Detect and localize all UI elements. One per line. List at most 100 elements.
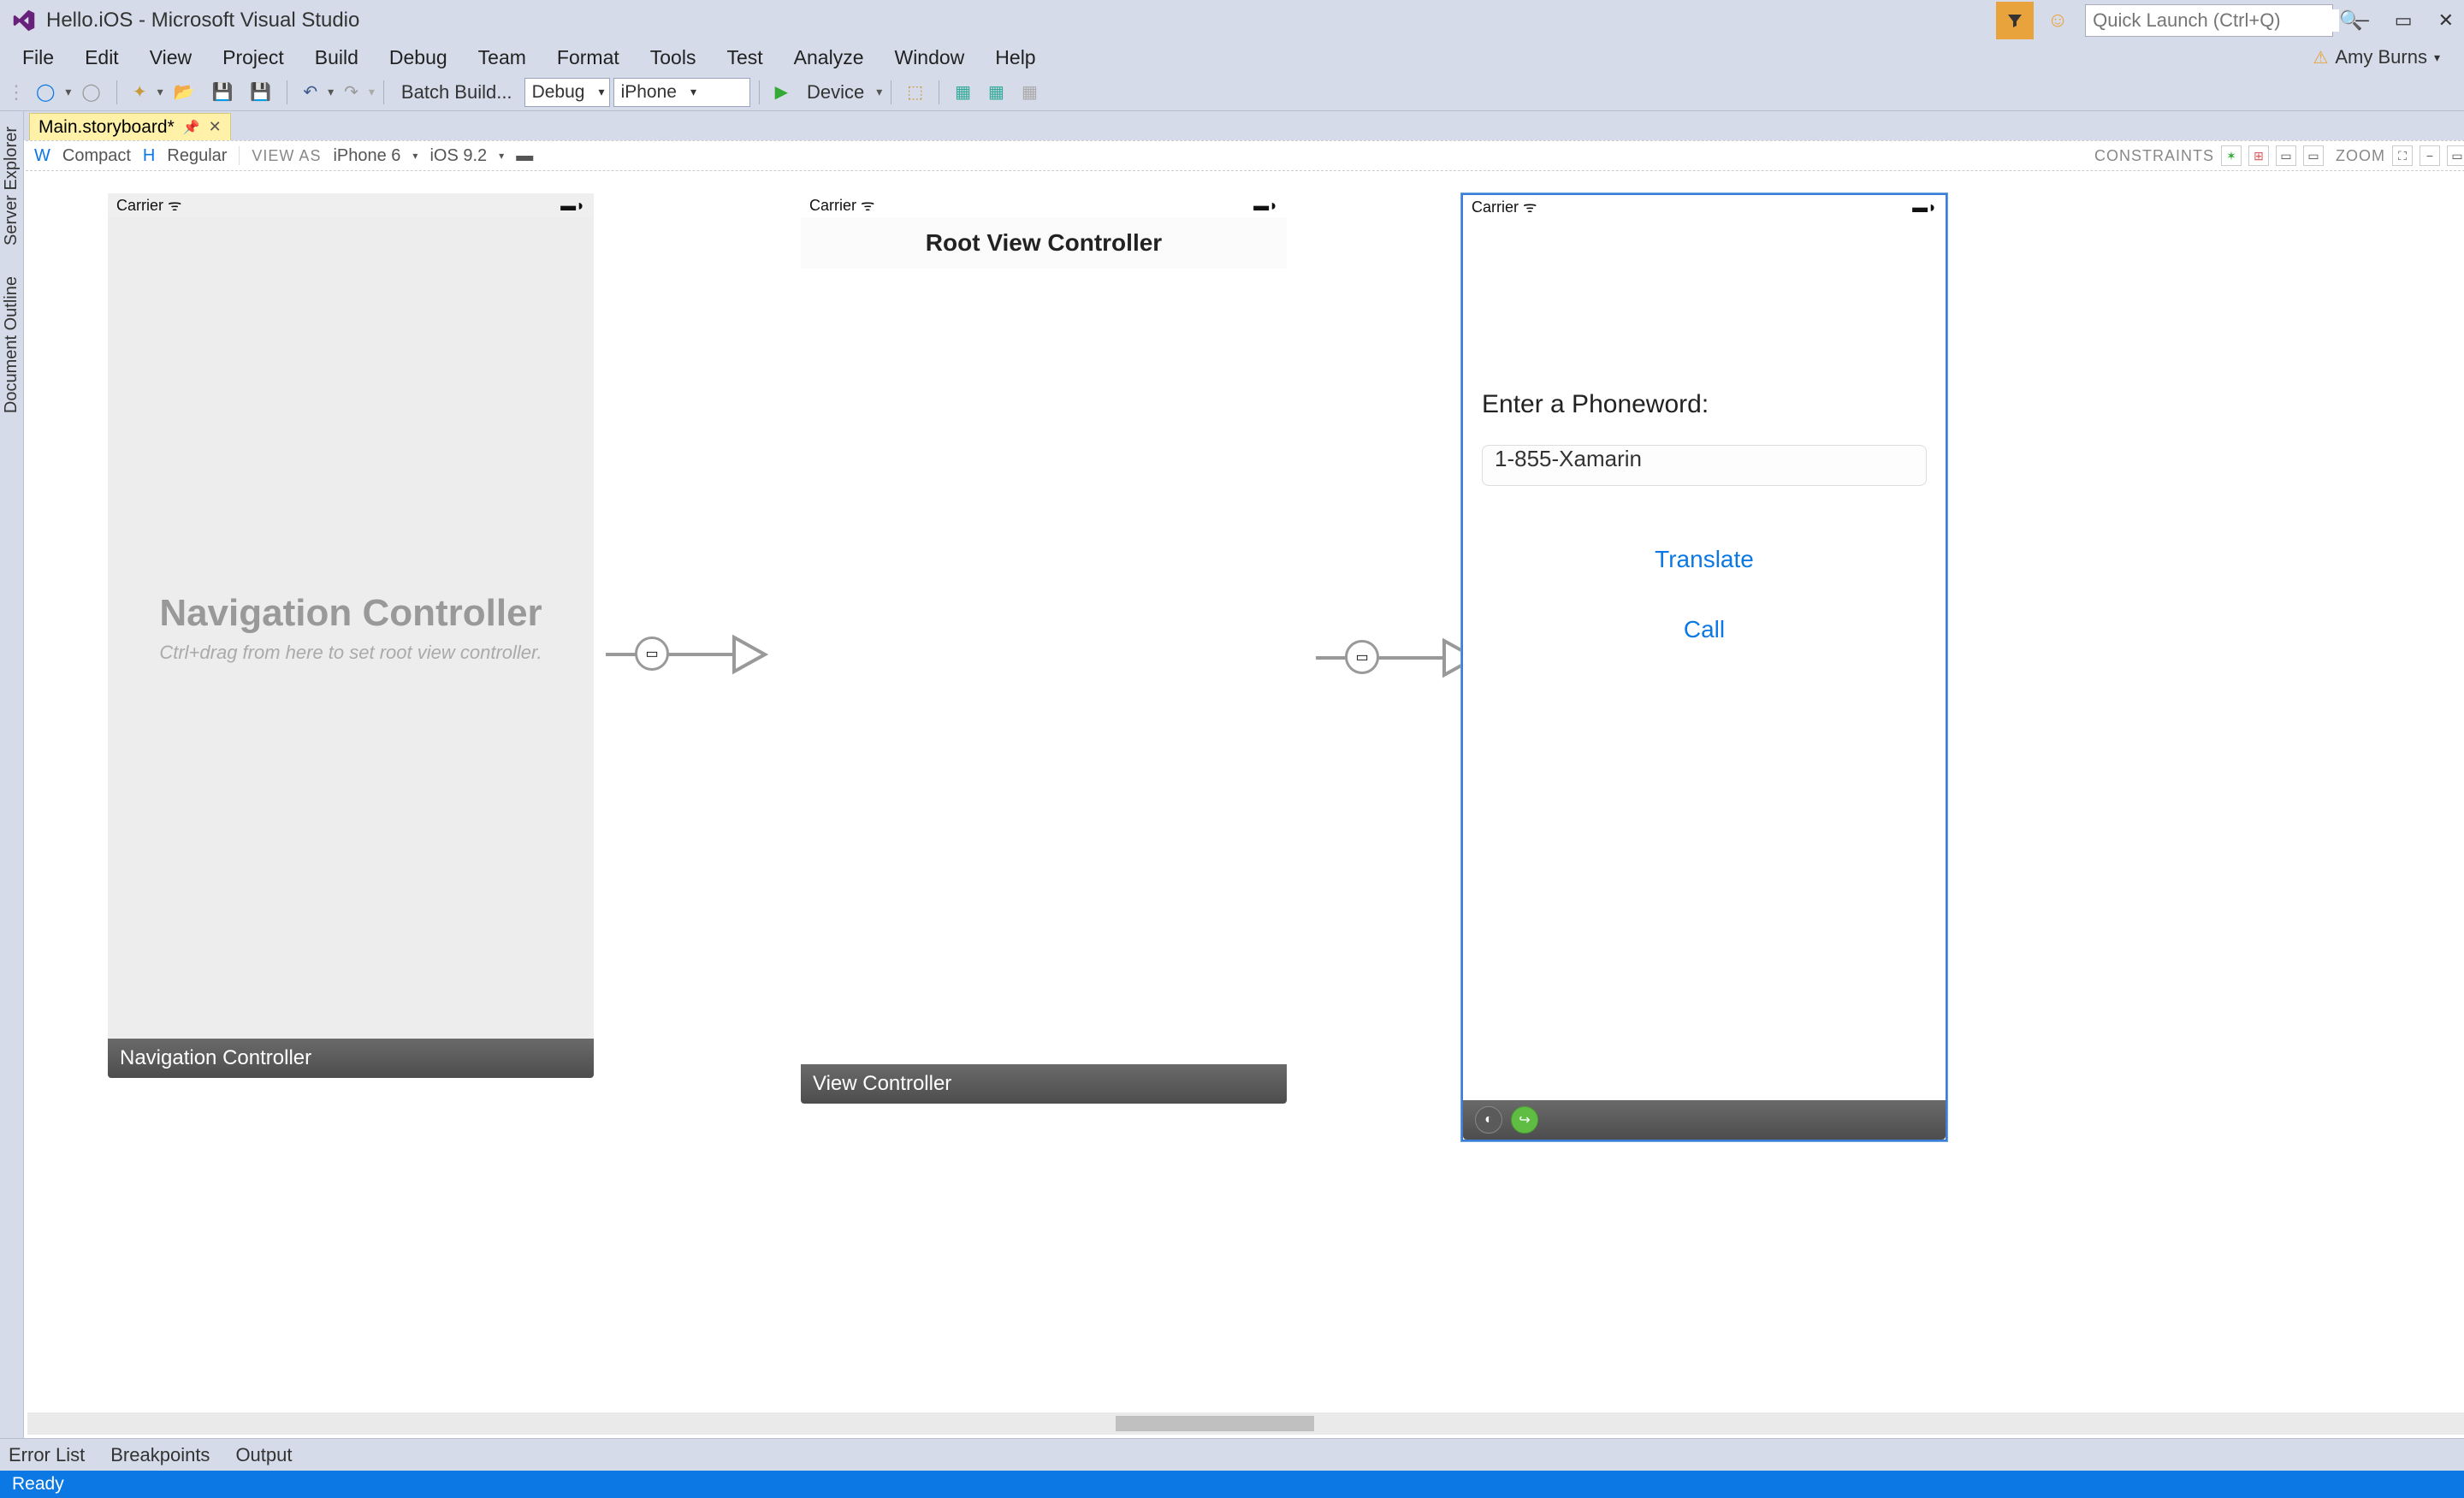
menu-edit[interactable]: Edit xyxy=(69,41,134,74)
save-icon[interactable]: 💾 xyxy=(205,78,240,106)
maximize-icon[interactable]: ▭ xyxy=(2395,9,2413,32)
redo-icon[interactable]: ↷ xyxy=(337,78,365,106)
toolbar-icon-3[interactable]: ▦ xyxy=(981,78,1011,106)
constraint-icon-4[interactable]: ▭ xyxy=(2303,145,2324,166)
pin-icon[interactable]: 📌 xyxy=(183,119,200,136)
scene-footer[interactable]: ◐ ↪ xyxy=(1463,1100,1946,1140)
scene-footer-label: View Controller xyxy=(813,1072,951,1096)
menu-window[interactable]: Window xyxy=(879,41,980,74)
platform-dropdown[interactable]: iPhone xyxy=(613,78,750,107)
document-tabs: Main.storyboard* 📌 ✕ ▾ xyxy=(24,111,2464,140)
vs-logo-icon xyxy=(10,7,38,34)
quick-launch-box[interactable]: 🔍 xyxy=(2085,4,2333,37)
size-class-h-value[interactable]: Regular xyxy=(167,146,227,166)
constraint-icon-2[interactable]: ⊞ xyxy=(2248,145,2269,166)
scene-exit-icon[interactable]: ↪ xyxy=(1511,1106,1538,1134)
root-view-body[interactable] xyxy=(801,269,1287,1064)
status-bar: Ready xyxy=(0,1471,2464,1498)
constraint-icon-1[interactable]: ✶ xyxy=(2221,145,2242,166)
menu-debug[interactable]: Debug xyxy=(374,41,463,74)
device-button[interactable]: Device xyxy=(798,78,873,107)
quick-launch-input[interactable] xyxy=(2093,9,2339,32)
menu-analyze[interactable]: Analyze xyxy=(779,41,880,74)
view-as-device[interactable]: iPhone 6 xyxy=(333,146,400,166)
menu-test[interactable]: Test xyxy=(711,41,778,74)
nav-fwd-icon[interactable]: ◯ xyxy=(74,78,107,106)
toolbar-icon-2[interactable]: ▦ xyxy=(948,78,978,106)
zoom-group: ZOOM ⛶ − ▭ + xyxy=(2336,145,2464,166)
editor-zone: Main.storyboard* 📌 ✕ ▾ WCompact HRegular… xyxy=(24,111,2464,1438)
server-explorer-tab[interactable]: Server Explorer xyxy=(0,120,23,252)
scene-root-view-controller[interactable]: Carrier ᯤ ▬◗ Root View Controller View C… xyxy=(801,193,1287,1104)
close-tab-icon[interactable]: ✕ xyxy=(209,118,222,136)
wifi-icon: ᯤ xyxy=(1523,198,1537,216)
feedback-smile-icon[interactable]: ☺ xyxy=(2039,2,2076,39)
nav-controller-body: Navigation Controller Ctrl+drag from her… xyxy=(108,217,594,1039)
scene-footer[interactable]: Navigation Controller xyxy=(108,1039,594,1078)
constraint-icon-3[interactable]: ▭ xyxy=(2276,145,2296,166)
orientation-icon[interactable]: ▬ xyxy=(516,146,533,166)
doc-tab-label: Main.storyboard* xyxy=(38,117,175,138)
segue-icon: ▭ xyxy=(635,637,669,671)
constraints-group: CONSTRAINTS ✶ ⊞ ▭ ▭ xyxy=(2094,145,2324,166)
zoom-fit-icon[interactable]: ⛶ xyxy=(2392,145,2413,166)
config-dropdown[interactable]: Debug xyxy=(524,78,610,107)
carrier-label: Carrier xyxy=(809,197,856,214)
wifi-icon: ᯤ xyxy=(168,197,181,214)
scene-phoneword-view-controller[interactable]: Carrier ᯤ ▬◗ Enter a Phoneword: 1-855-Xa… xyxy=(1461,193,1947,1141)
document-outline-tab[interactable]: Document Outline xyxy=(0,269,23,420)
menu-view[interactable]: View xyxy=(134,41,207,74)
new-item-icon[interactable]: ✦ xyxy=(126,78,154,106)
view-as-os[interactable]: iOS 9.2 xyxy=(429,146,487,166)
menu-help[interactable]: Help xyxy=(980,41,1051,74)
zoom-out-icon[interactable]: − xyxy=(2420,145,2440,166)
size-class-w-value[interactable]: Compact xyxy=(62,146,131,166)
call-button[interactable]: Call xyxy=(1482,616,1927,643)
tab-breakpoints[interactable]: Breakpoints xyxy=(110,1444,210,1466)
start-debug-button[interactable]: ▶ xyxy=(768,78,795,106)
zoom-100-icon[interactable]: ▭ xyxy=(2447,145,2464,166)
menu-file[interactable]: File xyxy=(7,41,69,74)
nav-bar-title[interactable]: Root View Controller xyxy=(801,217,1287,269)
save-all-icon[interactable]: 💾 xyxy=(243,78,278,106)
title-bar: Hello.iOS - Microsoft Visual Studio ☺ 🔍 … xyxy=(0,0,2464,41)
undo-icon[interactable]: ↶ xyxy=(296,78,324,106)
status-bar: Carrier ᯤ ▬◗ xyxy=(801,193,1287,217)
design-canvas[interactable]: Carrier ᯤ ▬◗ Navigation Controller Ctrl+… xyxy=(24,171,2464,1438)
battery-icon: ▬◗ xyxy=(1912,198,1937,216)
translate-button[interactable]: Translate xyxy=(1482,546,1927,573)
scene-footer-label: Navigation Controller xyxy=(120,1046,311,1070)
phone-body[interactable]: Enter a Phoneword: 1-855-Xamarin Transla… xyxy=(1463,219,1946,1100)
toolbar-icon-4[interactable]: ▦ xyxy=(1015,78,1045,106)
user-area[interactable]: ⚠ Amy Burns ▾ xyxy=(2313,46,2457,68)
horizontal-scrollbar[interactable] xyxy=(27,1412,2464,1435)
menu-project[interactable]: Project xyxy=(207,41,299,74)
nav-controller-subtitle: Ctrl+drag from here to set root view con… xyxy=(159,642,542,664)
toolbar-icon-1[interactable]: ⬚ xyxy=(900,78,930,106)
segue-push[interactable]: ▭ xyxy=(1316,637,1478,679)
close-icon[interactable]: ✕ xyxy=(2438,9,2454,32)
tab-output[interactable]: Output xyxy=(235,1444,292,1466)
document-tab-active[interactable]: Main.storyboard* 📌 ✕ xyxy=(29,113,231,140)
tab-error-list[interactable]: Error List xyxy=(9,1444,85,1466)
minimize-icon[interactable]: ─ xyxy=(2355,9,2369,32)
menu-build[interactable]: Build xyxy=(299,41,374,74)
nav-controller-title: Navigation Controller xyxy=(159,592,542,635)
feedback-filter-icon[interactable] xyxy=(1996,2,2034,39)
scene-responder-icon[interactable]: ◐ xyxy=(1475,1106,1502,1134)
battery-icon: ▬◗ xyxy=(560,197,585,215)
menu-tools[interactable]: Tools xyxy=(635,41,712,74)
scene-navigation-controller[interactable]: Carrier ᯤ ▬◗ Navigation Controller Ctrl+… xyxy=(108,193,594,1078)
open-icon[interactable]: 📂 xyxy=(167,78,202,106)
scene-footer[interactable]: View Controller xyxy=(801,1064,1287,1104)
segue-root-relationship[interactable]: ▭ xyxy=(606,633,768,676)
main-area: Server Explorer Document Outline Main.st… xyxy=(0,111,2464,1438)
main-toolbar: ⋮ ◯ ▾ ◯ ✦ ▾ 📂 💾 💾 ↶ ▾ ↷ ▾ Batch Build...… xyxy=(0,74,2464,111)
nav-back-icon[interactable]: ◯ xyxy=(29,78,62,106)
phoneword-textfield[interactable]: 1-855-Xamarin xyxy=(1482,445,1927,486)
phoneword-label[interactable]: Enter a Phoneword: xyxy=(1482,390,1927,419)
batch-build-button[interactable]: Batch Build... xyxy=(393,78,521,107)
menu-format[interactable]: Format xyxy=(542,41,635,74)
menu-team[interactable]: Team xyxy=(463,41,542,74)
status-text: Ready xyxy=(12,1474,64,1495)
